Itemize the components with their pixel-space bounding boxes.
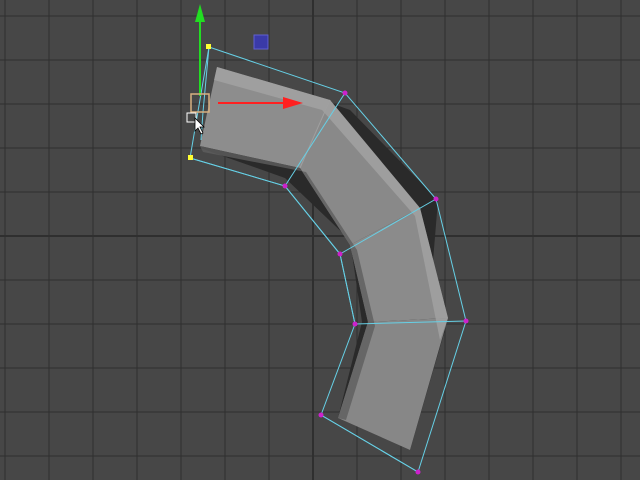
y-axis-arrow-icon[interactable] — [195, 4, 205, 22]
lattice-point[interactable] — [342, 90, 348, 96]
scene-canvas[interactable] — [0, 0, 640, 480]
plane-handle-icon[interactable] — [253, 34, 269, 50]
viewport-perspective[interactable] — [0, 0, 640, 480]
lattice-point-selected-2[interactable] — [188, 155, 193, 160]
lattice-point[interactable] — [433, 196, 439, 202]
tube-mesh[interactable] — [200, 67, 448, 450]
lattice-point[interactable] — [352, 321, 358, 327]
lattice-point[interactable] — [415, 469, 421, 475]
move-cursor-icon — [186, 112, 205, 135]
lattice-point[interactable] — [282, 183, 288, 189]
lattice-point-selected-1[interactable] — [206, 44, 211, 49]
viewport-grid — [0, 0, 640, 480]
lattice-point[interactable] — [463, 318, 469, 324]
lattice-point[interactable] — [318, 412, 324, 418]
lattice-point[interactable] — [337, 251, 343, 257]
